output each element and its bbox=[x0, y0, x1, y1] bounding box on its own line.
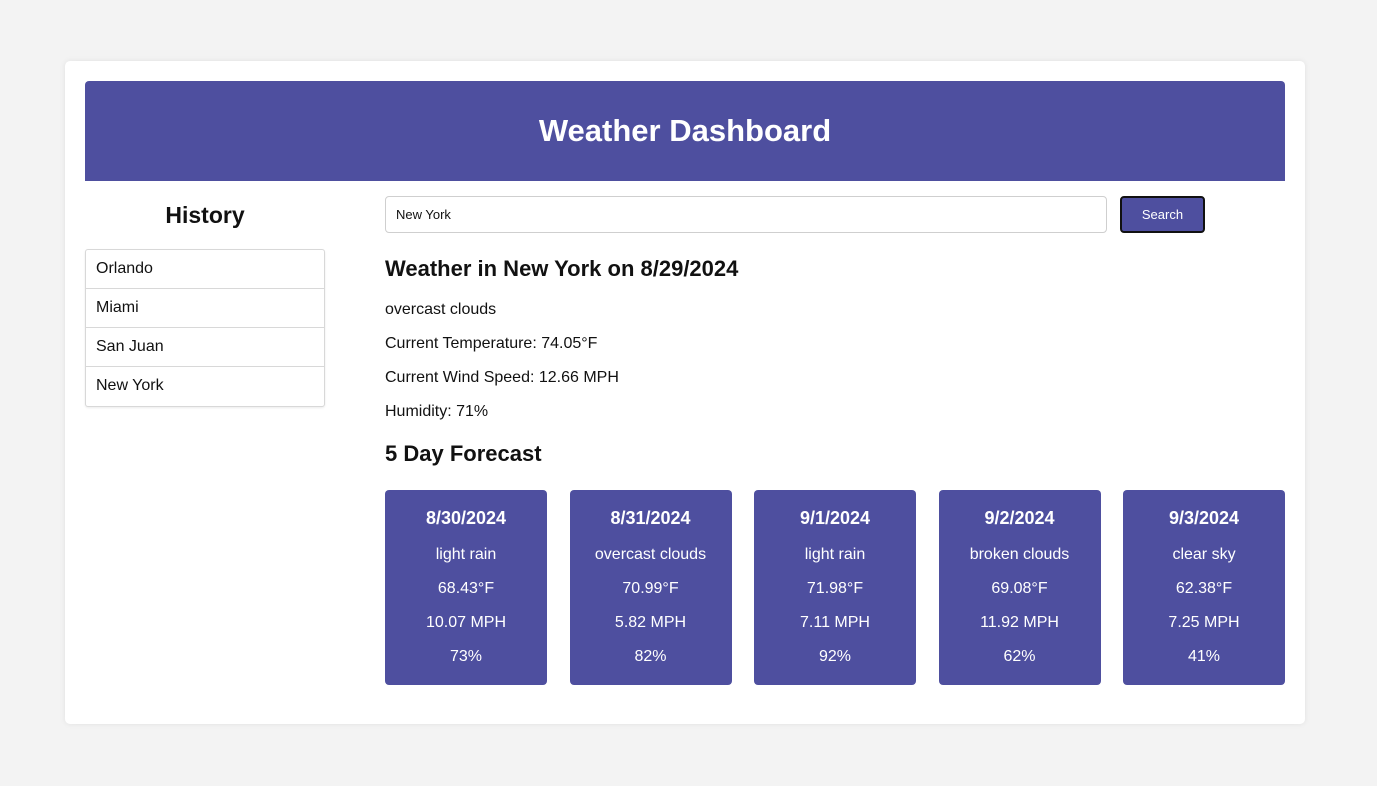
page-title: Weather Dashboard bbox=[538, 113, 832, 148]
forecast-temperature: 71.98°F bbox=[806, 580, 864, 597]
search-bar: Search bbox=[385, 196, 1285, 233]
forecast-wind: 10.07 MPH bbox=[425, 614, 507, 631]
main-content: Search Weather in New York on 8/29/2024 … bbox=[385, 196, 1285, 685]
forecast-date: 9/3/2024 bbox=[1168, 508, 1240, 528]
forecast-description: overcast clouds bbox=[594, 546, 707, 563]
forecast-date: 8/31/2024 bbox=[610, 508, 691, 528]
history-item-orlando[interactable]: Orlando bbox=[86, 250, 324, 289]
current-temperature: Current Temperature: 74.05°F bbox=[385, 335, 598, 352]
forecast-humidity: 92% bbox=[818, 648, 852, 665]
forecast-temperature: 68.43°F bbox=[437, 580, 495, 597]
forecast-humidity: 41% bbox=[1187, 648, 1221, 665]
forecast-description: light rain bbox=[804, 546, 866, 563]
history-item-san-juan[interactable]: San Juan bbox=[86, 328, 324, 367]
forecast-humidity: 73% bbox=[449, 648, 483, 665]
forecast-wind: 7.11 MPH bbox=[800, 614, 870, 631]
forecast-description: light rain bbox=[435, 546, 497, 563]
forecast-temperature: 70.99°F bbox=[622, 580, 679, 597]
current-description: overcast clouds bbox=[385, 301, 497, 318]
dashboard-container: Weather Dashboard History Orlando Miami … bbox=[65, 61, 1305, 724]
forecast-date: 9/2/2024 bbox=[984, 508, 1055, 528]
current-humidity: Humidity: 71% bbox=[385, 403, 489, 420]
history-item-new-york[interactable]: New York bbox=[86, 367, 324, 406]
header-banner: Weather Dashboard bbox=[85, 81, 1285, 181]
forecast-card: 9/2/2024 broken clouds 69.08°F 11.92 MPH… bbox=[938, 490, 1101, 685]
forecast-card: 9/3/2024 clear sky 62.38°F 7.25 MPH 41% bbox=[1123, 490, 1285, 685]
forecast-title: 5 Day Forecast bbox=[385, 441, 542, 466]
current-wind-speed: Current Wind Speed: 12.66 MPH bbox=[385, 369, 619, 386]
forecast-date: 9/1/2024 bbox=[799, 508, 871, 528]
forecast-temperature: 69.08°F bbox=[991, 580, 1048, 597]
forecast-humidity: 62% bbox=[1003, 648, 1036, 665]
forecast-row: 8/30/2024 light rain 68.43°F 10.07 MPH 7… bbox=[385, 490, 1285, 685]
forecast-description: clear sky bbox=[1172, 546, 1236, 563]
forecast-wind: 5.82 MPH bbox=[614, 614, 687, 631]
forecast-card: 8/30/2024 light rain 68.43°F 10.07 MPH 7… bbox=[385, 490, 547, 685]
search-input[interactable] bbox=[385, 196, 1107, 233]
forecast-card: 9/1/2024 light rain 71.98°F 7.11 MPH 92% bbox=[754, 490, 916, 685]
forecast-date: 8/30/2024 bbox=[425, 508, 507, 528]
history-sidebar: History Orlando Miami San Juan New York bbox=[85, 197, 325, 407]
history-item-miami[interactable]: Miami bbox=[86, 289, 324, 328]
history-title: History bbox=[165, 202, 245, 228]
forecast-temperature: 62.38°F bbox=[1175, 580, 1233, 597]
history-list: Orlando Miami San Juan New York bbox=[85, 249, 325, 407]
forecast-description: broken clouds bbox=[969, 546, 1070, 563]
search-button[interactable]: Search bbox=[1120, 196, 1205, 233]
current-weather-title: Weather in New York on 8/29/2024 bbox=[385, 256, 739, 281]
forecast-card: 8/31/2024 overcast clouds 70.99°F 5.82 M… bbox=[569, 490, 732, 685]
forecast-wind: 11.92 MPH bbox=[980, 614, 1059, 631]
forecast-wind: 7.25 MPH bbox=[1168, 614, 1240, 631]
forecast-humidity: 82% bbox=[634, 648, 667, 665]
